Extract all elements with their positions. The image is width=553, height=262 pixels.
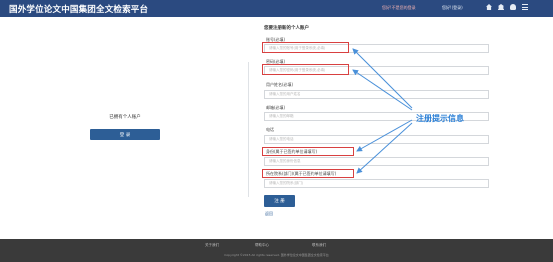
footer-link-help[interactable]: 帮助中心 (255, 243, 269, 248)
register-hint-label: 注册提示信息 (416, 114, 464, 123)
annotation-arrows (352, 48, 413, 174)
arrow-to-department (356, 122, 413, 174)
copyright-text: Copyright ©2015 All rights reserved. 国外学… (224, 253, 329, 257)
arrow-to-identity (356, 119, 413, 152)
arrow-to-account (352, 48, 413, 109)
register-button[interactable]: 注 册 (264, 195, 295, 207)
footer-link-about[interactable]: 关于我们 (205, 243, 219, 248)
footer-link-contact[interactable]: 联系我们 (312, 243, 326, 248)
arrow-to-password (352, 69, 413, 111)
back-link[interactable]: 返回 (265, 211, 273, 217)
footer: 关于我们 帮助中心 联系我们 Copyright ©2015 All right… (0, 239, 553, 262)
